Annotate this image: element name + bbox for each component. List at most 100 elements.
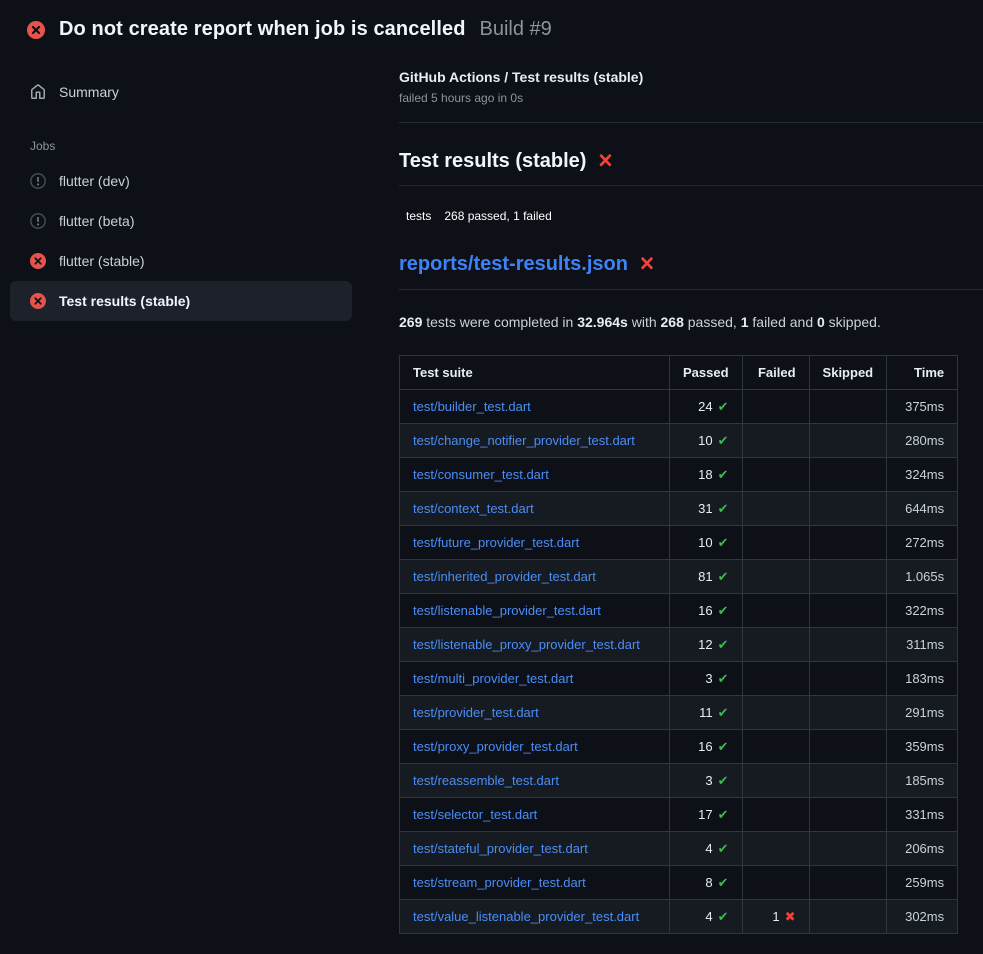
- test-suite-link[interactable]: test/builder_test.dart: [413, 399, 531, 414]
- sidebar-job-flutter-dev[interactable]: flutter (dev): [10, 161, 352, 201]
- breadcrumb: GitHub Actions / Test results (stable): [399, 69, 983, 85]
- col-header-failed: Failed: [742, 356, 809, 390]
- job-label: Test results (stable): [59, 293, 190, 309]
- cell-passed: 10✔: [670, 526, 743, 560]
- table-row: test/consumer_test.dart18✔324ms: [400, 458, 958, 492]
- cell-skipped: [809, 390, 887, 424]
- passed-check-icon: ✔: [718, 773, 729, 788]
- cell-test-suite: test/stateful_provider_test.dart: [400, 832, 670, 866]
- passed-check-icon: ✔: [718, 671, 729, 686]
- cell-time: 272ms: [887, 526, 958, 560]
- summary-part: 269: [399, 314, 422, 330]
- job-label: flutter (stable): [59, 253, 145, 269]
- tests-badge: tests 268 passed, 1 failed: [399, 206, 560, 226]
- cell-time: 375ms: [887, 390, 958, 424]
- sidebar-item-summary[interactable]: Summary: [10, 75, 352, 109]
- passed-check-icon: ✔: [718, 569, 729, 584]
- test-suite-link[interactable]: test/consumer_test.dart: [413, 467, 549, 482]
- test-suite-link[interactable]: test/listenable_proxy_provider_test.dart: [413, 637, 640, 652]
- sidebar: Summary Jobs flutter (dev) flut: [0, 55, 375, 321]
- header-divider: [399, 122, 983, 123]
- failed-status-icon: [30, 293, 46, 309]
- cell-passed: 12✔: [670, 628, 743, 662]
- cell-skipped: [809, 458, 887, 492]
- table-row: test/listenable_provider_test.dart 16✔ 322…: [400, 594, 958, 628]
- summary-part: tests were completed in: [422, 314, 577, 330]
- cell-passed: 8✔: [670, 866, 743, 900]
- test-suite-link[interactable]: test/context_test.dart: [413, 501, 534, 516]
- cell-skipped: [809, 866, 887, 900]
- cell-time: 322ms: [887, 594, 958, 628]
- test-suite-link[interactable]: test/listenable_provider_test.dart: [413, 603, 601, 618]
- summary-part: with: [628, 314, 661, 330]
- col-header-test-suite: Test suite: [400, 356, 670, 390]
- cell-skipped: [809, 594, 887, 628]
- cell-test-suite: test/proxy_provider_test.dart: [400, 730, 670, 764]
- cell-skipped: [809, 764, 887, 798]
- report-file-link[interactable]: reports/test-results.json: [399, 253, 628, 276]
- test-suite-link[interactable]: test/provider_test.dart: [413, 705, 539, 720]
- cell-skipped: [809, 492, 887, 526]
- cell-time: 644ms: [887, 492, 958, 526]
- cell-skipped: [809, 798, 887, 832]
- summary-part: 1: [741, 314, 749, 330]
- cell-skipped: [809, 730, 887, 764]
- cell-failed: [742, 526, 809, 560]
- cell-passed: 3✔: [670, 764, 743, 798]
- table-row: test/listenable_proxy_provider_test.dart…: [400, 628, 958, 662]
- cell-passed: 4✔: [670, 900, 743, 934]
- test-suite-link[interactable]: test/value_listenable_provider_test.dart: [413, 909, 639, 924]
- passed-check-icon: ✔: [718, 399, 729, 414]
- summary-part: 268: [661, 314, 684, 330]
- cell-failed: [742, 730, 809, 764]
- table-row: test/context_test.dart31✔644ms: [400, 492, 958, 526]
- cell-passed: 4✔: [670, 832, 743, 866]
- cell-failed: [742, 560, 809, 594]
- tests-badge-label: tests: [399, 206, 437, 226]
- table-row: test/multi_provider_test.dart3✔183ms: [400, 662, 958, 696]
- run-status-line: failed 5 hours ago in 0s: [399, 91, 983, 105]
- tests-badge-value: 268 passed, 1 failed: [437, 206, 559, 226]
- sidebar-job-test-results-stable[interactable]: Test results (stable): [10, 281, 352, 321]
- cell-failed: 1✖: [742, 900, 809, 934]
- summary-part: 0: [817, 314, 825, 330]
- sidebar-job-flutter-beta[interactable]: flutter (beta): [10, 201, 352, 241]
- test-suite-link[interactable]: test/stateful_provider_test.dart: [413, 841, 588, 856]
- cell-failed: [742, 866, 809, 900]
- table-row: test/stateful_provider_test.dart4✔206ms: [400, 832, 958, 866]
- cell-time: 280ms: [887, 424, 958, 458]
- cell-failed: [742, 424, 809, 458]
- test-suite-link[interactable]: test/multi_provider_test.dart: [413, 671, 573, 686]
- cell-passed: 3✔: [670, 662, 743, 696]
- col-header-time: Time: [887, 356, 958, 390]
- cell-time: 259ms: [887, 866, 958, 900]
- table-row: test/stream_provider_test.dart 8✔ 259ms: [400, 866, 958, 900]
- passed-check-icon: ✔: [718, 637, 729, 652]
- cell-time: 311ms: [887, 628, 958, 662]
- passed-check-icon: ✔: [718, 433, 729, 448]
- cell-passed: 17✔: [670, 798, 743, 832]
- run-title: Do not create report when job is cancell…: [59, 18, 466, 41]
- table-row: test/inherited_provider_test.dart81✔1.06…: [400, 560, 958, 594]
- test-suite-link[interactable]: test/future_provider_test.dart: [413, 535, 579, 550]
- failed-status-icon: [30, 253, 46, 269]
- cell-passed: 10✔: [670, 424, 743, 458]
- test-suite-link[interactable]: test/inherited_provider_test.dart: [413, 569, 596, 584]
- cell-test-suite: test/listenable_proxy_provider_test.dart: [400, 628, 670, 662]
- table-row: test/change_notifier_provider_test.dart 1…: [400, 424, 958, 458]
- table-row: test/reassemble_test.dart3✔185ms: [400, 764, 958, 798]
- main-content: GitHub Actions / Test results (stable) f…: [375, 55, 983, 954]
- test-suite-link[interactable]: test/selector_test.dart: [413, 807, 537, 822]
- test-suite-link[interactable]: test/stream_provider_test.dart: [413, 875, 586, 890]
- test-suite-link[interactable]: test/change_notifier_provider_test.dart: [413, 433, 635, 448]
- cell-test-suite: test/selector_test.dart: [400, 798, 670, 832]
- table-row: test/provider_test.dart11✔291ms: [400, 696, 958, 730]
- cancelled-status-icon: [30, 213, 46, 229]
- run-header: Do not create report when job is cancell…: [0, 0, 983, 55]
- sidebar-job-flutter-stable[interactable]: flutter (stable): [10, 241, 352, 281]
- test-suite-link[interactable]: test/reassemble_test.dart: [413, 773, 559, 788]
- test-suite-link[interactable]: test/proxy_provider_test.dart: [413, 739, 578, 754]
- summary-part: skipped.: [825, 314, 881, 330]
- jobs-section-label: Jobs: [30, 139, 375, 153]
- cell-passed: 16✔: [670, 594, 743, 628]
